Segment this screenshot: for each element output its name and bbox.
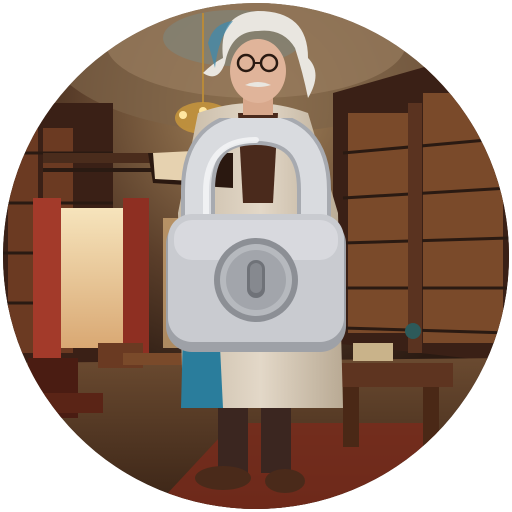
- avatar-frame: [0, 0, 512, 512]
- padlock-icon: [166, 118, 346, 352]
